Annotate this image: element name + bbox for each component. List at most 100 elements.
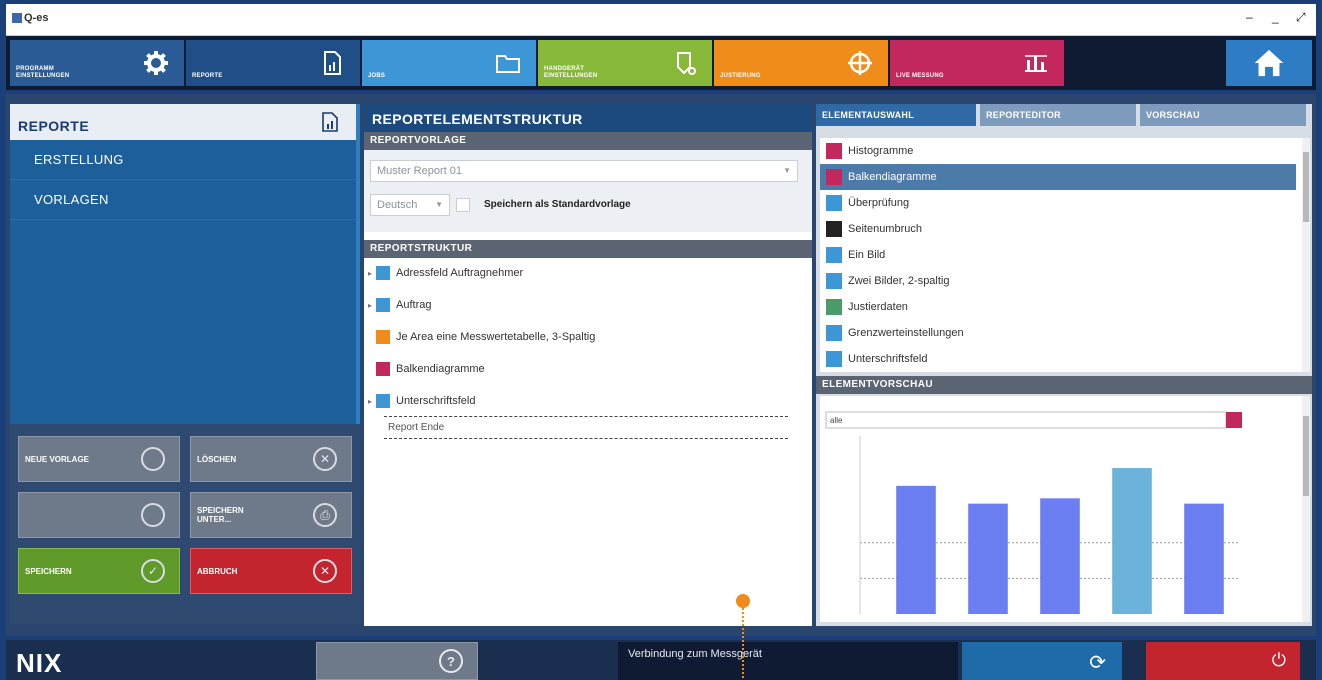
restore-button[interactable]: _ bbox=[1272, 10, 1279, 24]
preview-section-header: ELEMENTVORSCHAU bbox=[816, 376, 1312, 394]
toolbar-programm-einstellungen[interactable]: PROGRAMM EINSTELLUNGEN bbox=[10, 40, 184, 86]
button-label: SPEICHERN bbox=[25, 566, 72, 576]
histogram-icon bbox=[826, 143, 842, 159]
language-select-value: Deutsch bbox=[377, 199, 418, 211]
reports-sidebar: REPORTE ERSTELLUNG VORLAGEN bbox=[10, 104, 360, 424]
toolbar-justierung[interactable]: JUSTIERUNG bbox=[714, 40, 888, 86]
scrollbar-thumb[interactable] bbox=[1303, 416, 1309, 496]
cancel-circle-icon: ✕ bbox=[299, 549, 351, 593]
element-list-item-label: Histogramme bbox=[848, 145, 914, 157]
help-button[interactable]: ? bbox=[316, 642, 478, 680]
delete-icon: ✕ bbox=[299, 437, 351, 481]
chart-bar bbox=[1112, 468, 1152, 614]
toolbar-label: LIVE MESSUNG bbox=[896, 73, 944, 79]
element-list: Histogramme Balkendiagramme Überprüfung Sei… bbox=[820, 138, 1302, 372]
toolbar-handgeraet-einstellungen[interactable]: HANDGERÄT EINSTELLUNGEN bbox=[538, 40, 712, 86]
signature-icon bbox=[826, 351, 842, 367]
tree-item-label: Unterschriftsfeld bbox=[396, 395, 476, 407]
tab-vorschau[interactable]: VORSCHAU bbox=[1140, 104, 1306, 126]
toolbar-jobs[interactable]: JOBS bbox=[362, 40, 536, 86]
calibration-icon bbox=[826, 299, 842, 315]
empty-action-button[interactable] bbox=[18, 492, 180, 538]
tab-reporteditor[interactable]: REPORTEDITOR bbox=[980, 104, 1136, 126]
chart-bar bbox=[1040, 498, 1080, 614]
panel-title: REPORTELEMENTSTRUKTUR bbox=[364, 104, 812, 132]
cursor-indicator bbox=[736, 594, 750, 608]
refresh-icon: ⟳ bbox=[1089, 652, 1106, 674]
cancel-button[interactable]: ABBRUCH ✕ bbox=[190, 548, 352, 594]
sidebar-item-erstellung[interactable]: ERSTELLUNG bbox=[10, 140, 356, 180]
title-bar: Q-es – _ ⤢ bbox=[6, 4, 1316, 36]
preview-scrollbar[interactable] bbox=[1302, 396, 1310, 622]
chevron-down-icon: ▼ bbox=[435, 200, 443, 209]
tab-elementauswahl[interactable]: ELEMENTAUSWAHL bbox=[816, 104, 976, 126]
sidebar-item-vorlagen[interactable]: VORLAGEN bbox=[10, 180, 356, 220]
bar-chart: alle bbox=[825, 411, 1242, 614]
tree-item[interactable]: Balkendiagramme bbox=[364, 358, 485, 380]
report-end-separator bbox=[384, 416, 788, 417]
new-template-button[interactable]: NEUE VORLAGE bbox=[18, 436, 180, 482]
template-select-value: Muster Report 01 bbox=[377, 165, 462, 177]
element-list-item[interactable]: Überprüfung bbox=[820, 190, 1296, 216]
gear-icon bbox=[128, 40, 184, 86]
element-list-item[interactable]: Zwei Bilder, 2-spaltig bbox=[820, 268, 1296, 294]
tree-item[interactable]: ▸ Adressfeld Auftragnehmer bbox=[364, 262, 523, 284]
toolbar-reporte[interactable]: REPORTE bbox=[186, 40, 360, 86]
element-list-item[interactable]: Grenzwerteinstellungen bbox=[820, 320, 1296, 346]
element-list-item[interactable]: Balkendiagramme bbox=[820, 164, 1296, 190]
element-list-item-label: Unterschriftsfeld bbox=[848, 353, 928, 365]
element-list-item[interactable]: Seitenumbruch bbox=[820, 216, 1296, 242]
element-list-item[interactable]: Justierdaten bbox=[820, 294, 1296, 320]
preview-field bbox=[825, 411, 1227, 429]
element-list-item-label: Ein Bild bbox=[848, 249, 886, 261]
page-break-icon bbox=[826, 221, 842, 237]
chart-bar bbox=[1184, 503, 1224, 614]
toolbar-label: PROGRAMM EINSTELLUNGEN bbox=[16, 66, 70, 79]
help-icon: ? bbox=[439, 649, 463, 673]
report-end-separator bbox=[384, 438, 788, 439]
button-label: NEUE VORLAGE bbox=[25, 454, 90, 464]
element-list-item[interactable]: Histogramme bbox=[820, 138, 1296, 164]
main-area: REPORTE ERSTELLUNG VORLAGEN NEUE VORLAGE… bbox=[6, 94, 1316, 636]
toolbar-home[interactable] bbox=[1226, 40, 1312, 86]
chevron-down-icon: ▼ bbox=[783, 166, 791, 175]
expand-caret-icon[interactable]: ▸ bbox=[364, 397, 376, 406]
tree-item[interactable]: ▸ Unterschriftsfeld bbox=[364, 390, 475, 412]
element-list-item[interactable]: Unterschriftsfeld bbox=[820, 346, 1296, 372]
chart-bar bbox=[968, 503, 1008, 614]
disconnect-button[interactable]: ⏻ bbox=[1146, 642, 1300, 680]
save-as-button[interactable]: SPEICHERN UNTER... ⎙ bbox=[190, 492, 352, 538]
toolbar-live-messung[interactable]: LIVE MESSUNG bbox=[890, 40, 1064, 86]
scrollbar-thumb[interactable] bbox=[1303, 152, 1309, 222]
check-icon bbox=[826, 195, 842, 211]
default-template-checkbox[interactable] bbox=[456, 198, 470, 212]
language-select[interactable]: Deutsch ▼ bbox=[370, 194, 450, 216]
element-list-item[interactable]: Ein Bild bbox=[820, 242, 1296, 268]
delete-button[interactable]: LÖSCHEN ✕ bbox=[190, 436, 352, 482]
order-icon bbox=[376, 298, 390, 312]
refresh-connection-button[interactable]: ⟳ bbox=[962, 642, 1122, 680]
minimize-button[interactable]: – bbox=[1246, 10, 1253, 24]
action-button-panel: NEUE VORLAGE LÖSCHEN ✕ SPEICHERN UNTER..… bbox=[10, 424, 360, 624]
circle-icon bbox=[127, 437, 179, 481]
chart-icon bbox=[1008, 40, 1064, 86]
tree-item[interactable]: Je Area eine Messwertetabelle, 3-Spaltig bbox=[364, 326, 595, 348]
default-template-label: Speichern als Standardvorlage bbox=[484, 199, 631, 210]
expand-caret-icon[interactable]: ▸ bbox=[364, 301, 376, 310]
structure-section-header: REPORTSTRUKTUR bbox=[364, 240, 812, 258]
button-label: ABBRUCH bbox=[197, 566, 238, 576]
save-button[interactable]: SPEICHERN ✓ bbox=[18, 548, 180, 594]
tree-item-label: Adressfeld Auftragnehmer bbox=[396, 267, 524, 279]
bar-chart-icon bbox=[1226, 412, 1242, 428]
element-list-scrollbar[interactable] bbox=[1302, 138, 1310, 372]
connection-status: Verbindung zum Messgerät bbox=[618, 642, 958, 680]
tree-item[interactable]: ▸ Auftrag bbox=[364, 294, 431, 316]
report-icon bbox=[304, 40, 360, 86]
close-button[interactable]: ⤢ bbox=[1296, 10, 1306, 25]
target-icon bbox=[832, 40, 888, 86]
expand-caret-icon[interactable]: ▸ bbox=[364, 269, 376, 278]
element-selection-panel: ELEMENTAUSWAHL REPORTEDITOR VORSCHAU His… bbox=[816, 104, 1312, 626]
template-select[interactable]: Muster Report 01 ▼ bbox=[370, 160, 798, 182]
element-preview: alle bbox=[820, 396, 1302, 622]
template-section-header: REPORTVORLAGE bbox=[364, 132, 812, 150]
